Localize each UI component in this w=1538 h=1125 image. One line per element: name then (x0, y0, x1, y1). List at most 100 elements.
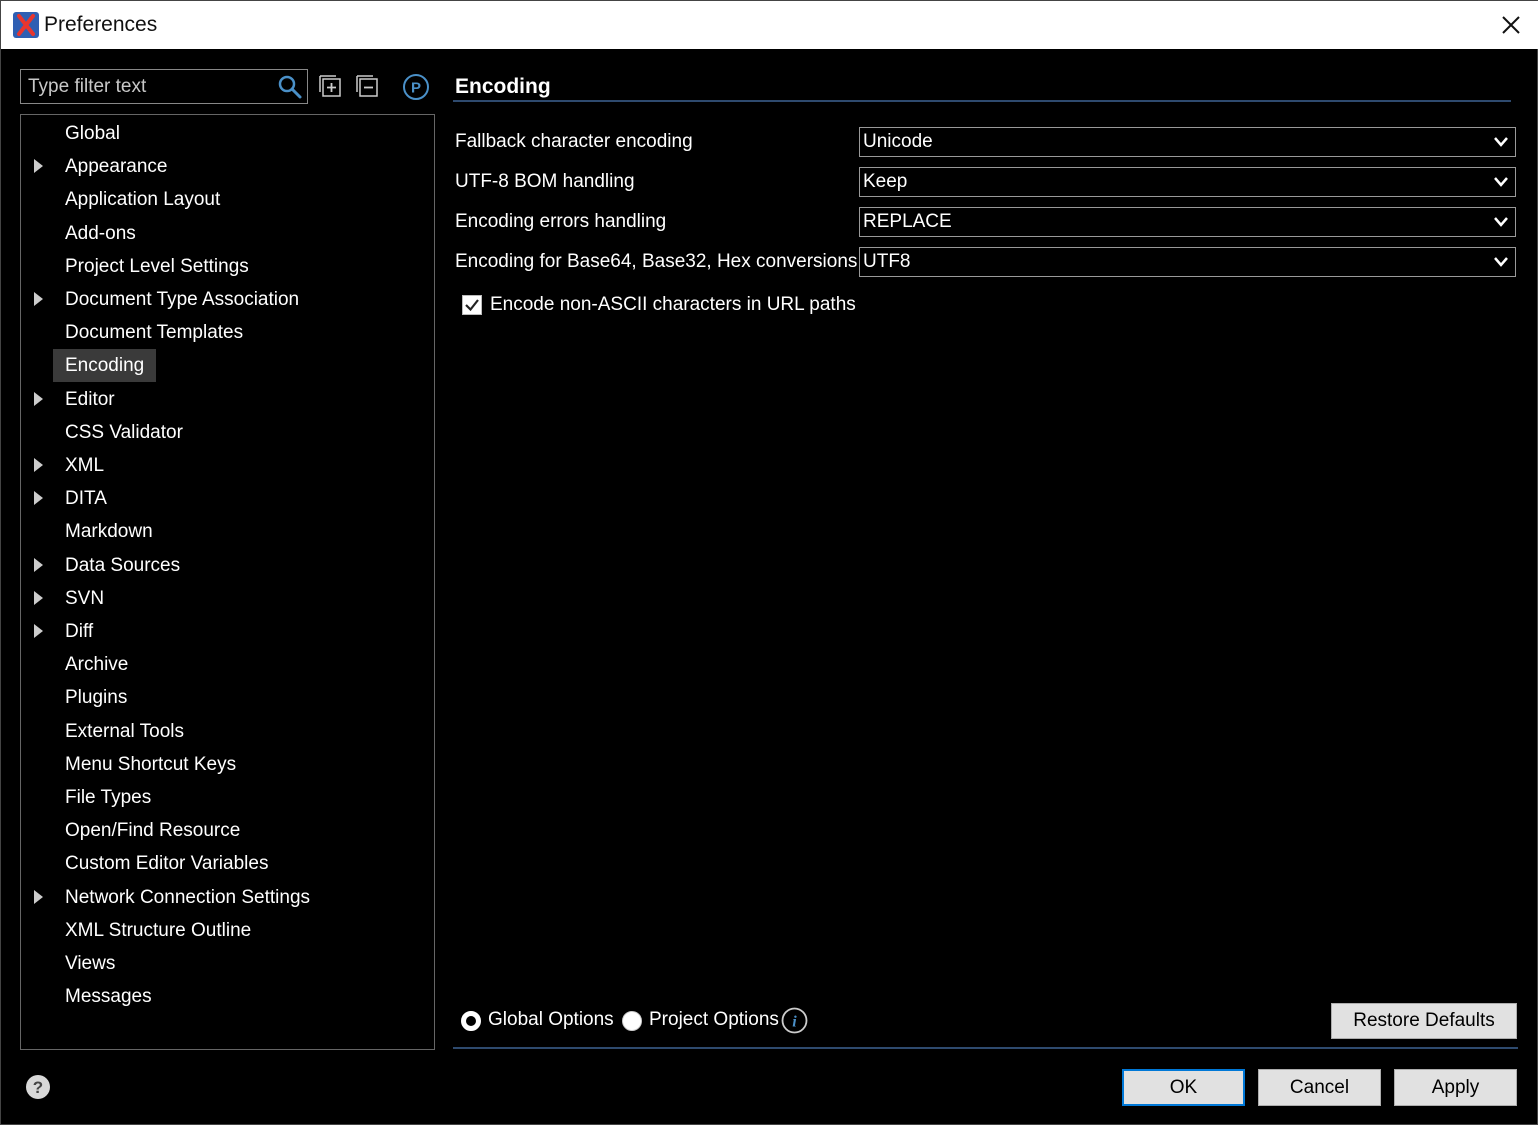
tree-item-dita[interactable]: DITA (21, 482, 434, 515)
tree-item-menu-shortcut-keys[interactable]: Menu Shortcut Keys (21, 748, 434, 781)
tree-item-label: Encoding (53, 349, 157, 383)
expand-arrow-icon[interactable] (34, 624, 43, 638)
preferences-tree: Global Appearance Application Layout Add-on… (20, 114, 435, 1050)
tree-item-plugins[interactable]: Plugins (21, 681, 434, 714)
tree-item-label: Messages (65, 986, 152, 1008)
bottom-divider (453, 1047, 1518, 1049)
tree-item-label: Plugins (65, 687, 128, 709)
project-p-icon[interactable]: P (402, 73, 430, 101)
project-options-label: Project Options (649, 1009, 779, 1030)
bom-handling-value: Keep (863, 171, 908, 192)
tree-item-global[interactable]: Global (21, 117, 434, 150)
tree-item-editor[interactable]: Editor (21, 383, 434, 416)
project-options-radio[interactable] (622, 1011, 642, 1031)
tree-item-label: Editor (65, 388, 115, 410)
search-icon[interactable] (277, 74, 303, 100)
tree-item-label: Document Templates (65, 322, 244, 344)
tree-item-label: Views (65, 953, 116, 974)
base-conversion-value: UTF8 (863, 251, 911, 272)
expand-arrow-icon[interactable] (34, 292, 43, 306)
tree-item-svn[interactable]: SVN (21, 582, 434, 615)
tree-item-label: Global (65, 123, 120, 144)
tree-item-xml-structure-outline[interactable]: XML Structure Outline (21, 914, 434, 947)
bom-handling-label: UTF-8 BOM handling (455, 171, 635, 192)
bom-handling-select[interactable]: Keep (859, 167, 1516, 197)
chevron-down-icon (1494, 217, 1508, 227)
tree-item-label: Application Layout (65, 189, 221, 211)
tree-item-markdown[interactable]: Markdown (21, 515, 434, 548)
tree-item-document-type-association[interactable]: Document Type Association (21, 283, 434, 316)
tree-item-document-templates[interactable]: Document Templates (21, 316, 434, 349)
tree-item-external-tools[interactable]: External Tools (21, 715, 434, 748)
tree-item-diff[interactable]: Diff (21, 615, 434, 648)
title-bar: Preferences (1, 1, 1538, 49)
tree-item-label: Custom Editor Variables (65, 853, 269, 875)
expand-arrow-icon[interactable] (34, 889, 43, 904)
tree-item-label: CSS Validator (65, 421, 183, 443)
filter-field[interactable] (20, 69, 308, 104)
tree-item-open-find-resource[interactable]: Open/Find Resource (21, 814, 434, 847)
close-button[interactable] (1493, 7, 1529, 43)
tree-item-data-sources[interactable]: Data Sources (21, 549, 434, 582)
title-divider (453, 100, 1511, 102)
expand-arrow-icon[interactable] (34, 159, 43, 174)
expand-arrow-icon[interactable] (34, 458, 43, 472)
tree-item-css-validator[interactable]: CSS Validator (21, 416, 434, 449)
tree-item-label: Archive (65, 654, 129, 676)
restore-defaults-button[interactable]: Restore Defaults (1331, 1003, 1517, 1039)
fallback-encoding-select[interactable]: Unicode (859, 127, 1516, 157)
tree-item-views[interactable]: Views (21, 947, 434, 980)
expand-arrow-icon[interactable] (34, 391, 43, 406)
chevron-down-icon (1494, 177, 1508, 187)
tree-item-label: File Types (65, 787, 152, 808)
tree-item-label: Markdown (65, 521, 153, 543)
svg-text:?: ? (33, 1078, 43, 1097)
global-options-label: Global Options (488, 1009, 614, 1030)
collapse-all-icon[interactable] (355, 74, 381, 100)
base-conversion-select[interactable]: UTF8 (859, 247, 1516, 277)
tree-item-project-level-settings[interactable]: Project Level Settings (21, 250, 434, 283)
checkmark-icon (465, 299, 479, 312)
svg-text:P: P (411, 80, 421, 97)
expand-arrow-icon[interactable] (34, 590, 43, 605)
apply-button[interactable]: Apply (1394, 1069, 1517, 1106)
encoding-errors-label: Encoding errors handling (455, 211, 667, 232)
tree-item-encoding[interactable]: Encoding (21, 349, 434, 383)
fallback-encoding-label: Fallback character encoding (455, 131, 693, 152)
ok-button[interactable]: OK (1122, 1069, 1245, 1106)
tree-item-archive[interactable]: Archive (21, 648, 434, 681)
tree-item-appearance[interactable]: Appearance (21, 150, 434, 183)
svg-text:i: i (792, 1014, 797, 1031)
encode-url-checkbox[interactable] (462, 295, 482, 315)
info-icon[interactable]: i (781, 1007, 808, 1034)
fallback-encoding-value: Unicode (863, 131, 933, 152)
tree-item-label: External Tools (65, 720, 184, 742)
tree-item-add-ons[interactable]: Add-ons (21, 217, 434, 250)
expand-arrow-icon[interactable] (34, 491, 43, 506)
tree-item-file-types[interactable]: File Types (21, 781, 434, 814)
tree-item-label: Open/Find Resource (65, 820, 241, 842)
encoding-errors-value: REPLACE (863, 211, 952, 232)
global-options-radio[interactable] (461, 1011, 481, 1031)
tree-item-label: DITA (65, 488, 107, 510)
tree-item-label: Document Type Association (65, 289, 300, 310)
tree-item-label: Diff (65, 621, 94, 642)
tree-item-label: SVN (65, 587, 105, 609)
expand-arrow-icon[interactable] (34, 557, 43, 572)
tree-item-custom-editor-variables[interactable]: Custom Editor Variables (21, 847, 434, 880)
chevron-down-icon (1494, 257, 1508, 267)
tree-item-application-layout[interactable]: Application Layout (21, 183, 434, 216)
close-icon (1502, 16, 1520, 34)
cancel-button[interactable]: Cancel (1258, 1069, 1381, 1106)
tree-item-label: Add-ons (65, 222, 136, 244)
chevron-down-icon (1494, 137, 1508, 147)
page-title: Encoding (455, 75, 551, 98)
encoding-errors-select[interactable]: REPLACE (859, 207, 1516, 237)
tree-item-network-connection-settings[interactable]: Network Connection Settings (21, 881, 434, 914)
filter-input[interactable] (26, 72, 275, 102)
tree-item-messages[interactable]: Messages (21, 980, 434, 1013)
expand-all-icon[interactable] (318, 74, 344, 100)
help-icon[interactable]: ? (25, 1074, 51, 1100)
tree-item-label: Project Level Settings (65, 255, 249, 277)
tree-item-xml[interactable]: XML (21, 449, 434, 482)
